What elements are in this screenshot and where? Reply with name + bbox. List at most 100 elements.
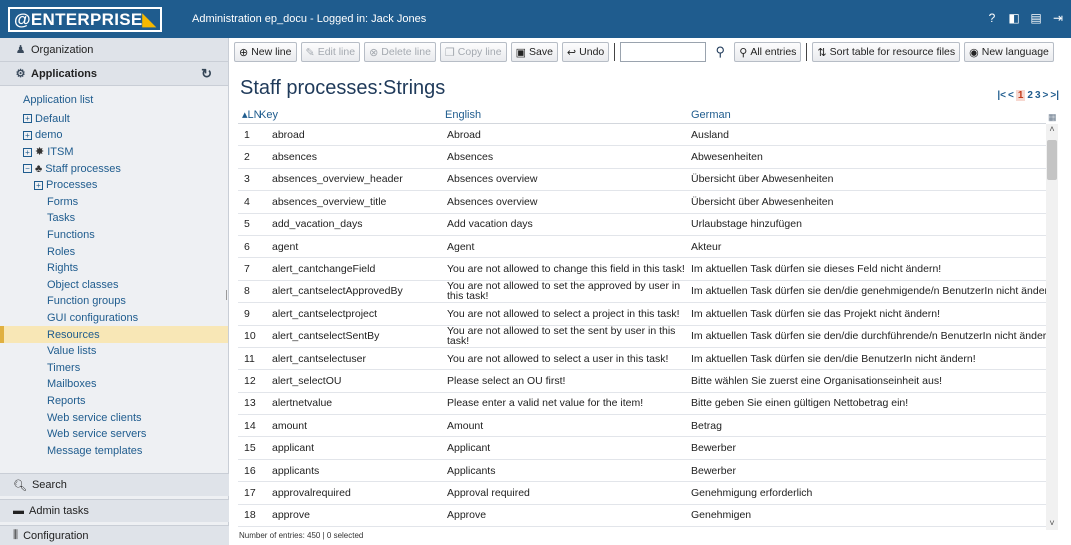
sidebar-search[interactable]: 🔍︎ Search — [0, 473, 229, 496]
delete-line-button[interactable]: ⊗ Delete line — [364, 42, 436, 62]
table-scrollbar[interactable]: ˄ ˅ — [1046, 124, 1058, 530]
tree-item[interactable]: + Default — [0, 111, 228, 128]
table-row[interactable]: 1 abroad Abroad Ausland — [238, 124, 1046, 147]
column-header-german[interactable]: German — [690, 109, 1046, 121]
tree-item-label: Message templates — [47, 444, 143, 457]
sidebar-configuration[interactable]: ⫼ Configuration — [0, 525, 229, 545]
pager-page-2[interactable]: 2 — [1027, 90, 1033, 101]
tree-item[interactable]: Application list — [0, 92, 228, 109]
tree-item[interactable]: Object classes — [0, 277, 228, 294]
tree-item[interactable]: Message templates — [0, 442, 228, 458]
cell-key: approve — [272, 509, 310, 522]
cell-german: Im aktuellen Task dürfen sie das Projekt… — [691, 307, 941, 320]
pager-last[interactable]: >| — [1050, 90, 1059, 101]
sidebar-applications[interactable]: ⚙ Applications ↻ — [0, 62, 228, 86]
pager-prev[interactable]: < — [1008, 90, 1014, 101]
tree-item[interactable]: − ♣ Staff processes — [0, 160, 228, 177]
tree-item[interactable]: + Processes — [0, 177, 228, 194]
table-row[interactable]: 10 alert_cantselectSentBy You are not allo… — [238, 326, 1046, 348]
save-button[interactable]: ▣ Save — [510, 42, 558, 62]
strings-table: ▴LN Key English German 1 abroad Abroad Ausl… — [238, 106, 1046, 528]
table-row[interactable]: 3 absences_overview_header Absences overvi… — [238, 169, 1046, 192]
tree-item[interactable]: Mailboxes — [0, 376, 228, 393]
pager-first[interactable]: |< — [997, 90, 1006, 101]
window-icon[interactable]: ◧ — [1007, 11, 1021, 25]
toolbar: ⊕ New line ✎ Edit line ⊗ Delete line ❐ Copy … — [234, 41, 1054, 63]
table-row[interactable]: 12 alert_selectOU Please select an OU firs… — [238, 370, 1046, 393]
print-icon[interactable]: ▤ — [1029, 11, 1043, 25]
cell-ln: 11 — [244, 352, 255, 365]
table-row[interactable]: 8 alert_cantselectApprovedBy You are not a… — [238, 281, 1046, 304]
scroll-up-icon[interactable]: ˄ — [1046, 124, 1058, 136]
table-body: 1 abroad Abroad Ausland 2 absences Absences Abw… — [238, 124, 1046, 528]
tree-item[interactable]: Functions — [0, 227, 228, 244]
cell-english: Absences — [447, 151, 494, 164]
expand-icon[interactable]: + — [34, 180, 43, 190]
table-row[interactable]: 15 applicant Applicant Bewerber — [238, 437, 1046, 460]
tree-item[interactable]: Function groups — [0, 293, 228, 310]
pager-page-1[interactable]: 1 — [1015, 90, 1026, 101]
table-row[interactable]: 18 approve Approve Genehmigen — [238, 505, 1046, 528]
copy-line-button[interactable]: ❐ Copy line — [439, 42, 507, 62]
pager-next[interactable]: > — [1043, 90, 1049, 101]
table-row[interactable]: 13 alertnetvalue Please enter a valid net … — [238, 393, 1046, 416]
sidebar-search-label: Search — [31, 479, 67, 491]
scrollbar-thumb[interactable] — [1047, 140, 1057, 180]
logout-icon[interactable]: ⇥ — [1051, 11, 1065, 25]
expand-icon[interactable]: + — [23, 130, 32, 140]
cell-ln: 15 — [244, 442, 256, 455]
table-row[interactable]: 7 alert_cantchangeField You are not allowe… — [238, 258, 1046, 281]
tree-item[interactable]: Web service clients — [0, 409, 228, 426]
all-entries-button[interactable]: ⚲ All entries — [734, 42, 802, 62]
column-header-ln[interactable]: ▴LN — [238, 108, 262, 121]
expand-icon[interactable]: + — [23, 114, 32, 124]
sidebar-splitter[interactable] — [226, 290, 227, 300]
tree-item[interactable]: Timers — [0, 360, 228, 377]
search-input[interactable] — [620, 42, 707, 62]
tree-item[interactable]: Roles — [0, 243, 228, 260]
tree-item[interactable]: Rights — [0, 260, 228, 277]
expand-icon[interactable]: + — [23, 147, 32, 157]
enterprise-logo[interactable]: @ENTERPRISE◣ — [0, 0, 186, 38]
tree-item-label: Object classes — [47, 278, 119, 291]
table-row[interactable]: 17 approvalrequired Approval required Geneh… — [238, 482, 1046, 505]
scroll-down-icon[interactable]: ˅ — [1046, 518, 1058, 530]
sidebar-admin-tasks[interactable]: ▬ Admin tasks — [0, 499, 229, 522]
tree-item[interactable]: GUI configurations — [0, 310, 228, 327]
tree-item-label: Application list — [23, 94, 94, 107]
table-row[interactable]: 2 absences Absences Abwesenheiten — [238, 146, 1046, 169]
tree-item[interactable]: Resources — [0, 326, 228, 343]
tree-item[interactable]: Forms — [0, 194, 228, 211]
tree-item[interactable]: Value lists — [0, 343, 228, 360]
column-header-english[interactable]: English — [445, 109, 690, 120]
search-icon[interactable]: ⚲ — [710, 44, 730, 60]
table-row[interactable]: 11 alert_cantselectuser You are not allowe… — [238, 348, 1046, 371]
sidebar-organization[interactable]: ♟ Organization — [0, 38, 228, 62]
tree-item[interactable]: + ✸ ITSM — [0, 144, 228, 161]
new-line-button[interactable]: ⊕ New line — [234, 42, 297, 62]
tree-item[interactable]: Web service servers — [0, 426, 228, 443]
sort-table-button[interactable]: ⇅ Sort table for resource files — [812, 42, 961, 62]
cell-english: Absences overview — [447, 195, 538, 208]
table-row[interactable]: 9 alert_cantselectproject You are not allo… — [238, 303, 1046, 326]
collapse-icon[interactable]: − — [23, 164, 32, 174]
column-header-key[interactable]: Key — [259, 109, 445, 121]
undo-button[interactable]: ↩ Undo — [561, 42, 610, 62]
tree-item-label: Resources — [47, 328, 100, 341]
edit-line-button[interactable]: ✎ Edit line — [300, 42, 361, 62]
table-row[interactable]: 6 agent Agent Akteur — [238, 236, 1046, 259]
table-row[interactable]: 5 add_vacation_days Add vacation days Urlau… — [238, 214, 1046, 236]
tree-item[interactable]: Tasks — [0, 210, 228, 227]
refresh-icon[interactable]: ↻ — [201, 66, 212, 82]
table-row[interactable]: 14 amount Amount Betrag — [238, 415, 1046, 438]
tree-item[interactable]: Reports — [0, 393, 228, 410]
table-row[interactable]: 4 absences_overview_title Absences overvie… — [238, 191, 1046, 214]
configuration-icon: ⫼ — [13, 529, 19, 541]
new-language-button[interactable]: ◉ New language — [964, 42, 1054, 62]
pager: |< < 1 2 3 > >| — [997, 90, 1059, 101]
tree-item[interactable]: + demo — [0, 127, 228, 144]
table-row[interactable]: 16 applicants Applicants Bewerber — [238, 460, 1046, 483]
help-icon[interactable]: ? — [985, 11, 999, 25]
column-chooser-icon[interactable]: ▦ — [1048, 112, 1057, 123]
pager-page-3[interactable]: 3 — [1035, 90, 1041, 101]
